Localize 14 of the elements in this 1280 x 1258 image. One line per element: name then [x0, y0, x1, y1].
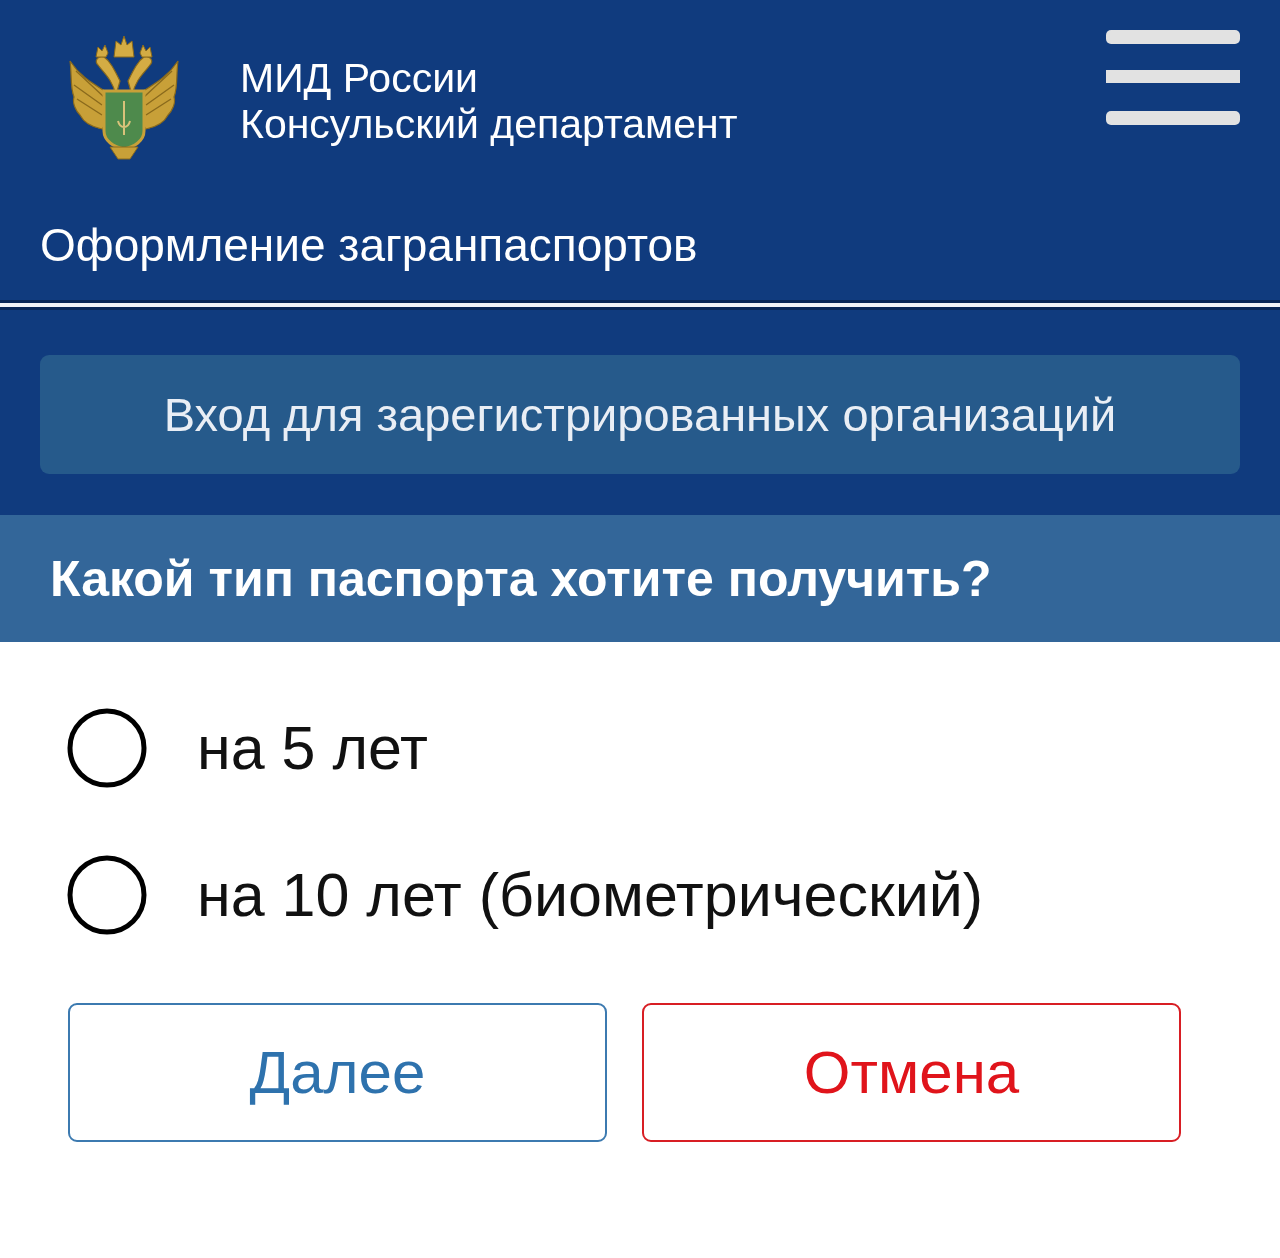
menu-button[interactable]	[1106, 30, 1240, 126]
next-button[interactable]: Далее	[68, 1003, 607, 1142]
menu-icon	[1106, 30, 1240, 126]
login-button[interactable]: Вход для зарегистрированных организаций	[40, 355, 1240, 474]
question-title: Какой тип паспорта хотите получить?	[50, 549, 992, 608]
radio-button[interactable]	[67, 707, 147, 788]
radio-button[interactable]	[67, 854, 147, 935]
emblem-icon	[68, 35, 180, 160]
department-name: Консульский департамент	[240, 101, 738, 147]
radio-option[interactable]: на 10 лет (биометрический)	[67, 854, 984, 935]
section-title: Оформление загранпаспортов	[40, 218, 698, 272]
organization-name: МИД России	[240, 55, 479, 101]
cancel-button[interactable]: Отмена	[642, 1003, 1181, 1142]
radio-option[interactable]: на 5 лет	[67, 707, 428, 788]
